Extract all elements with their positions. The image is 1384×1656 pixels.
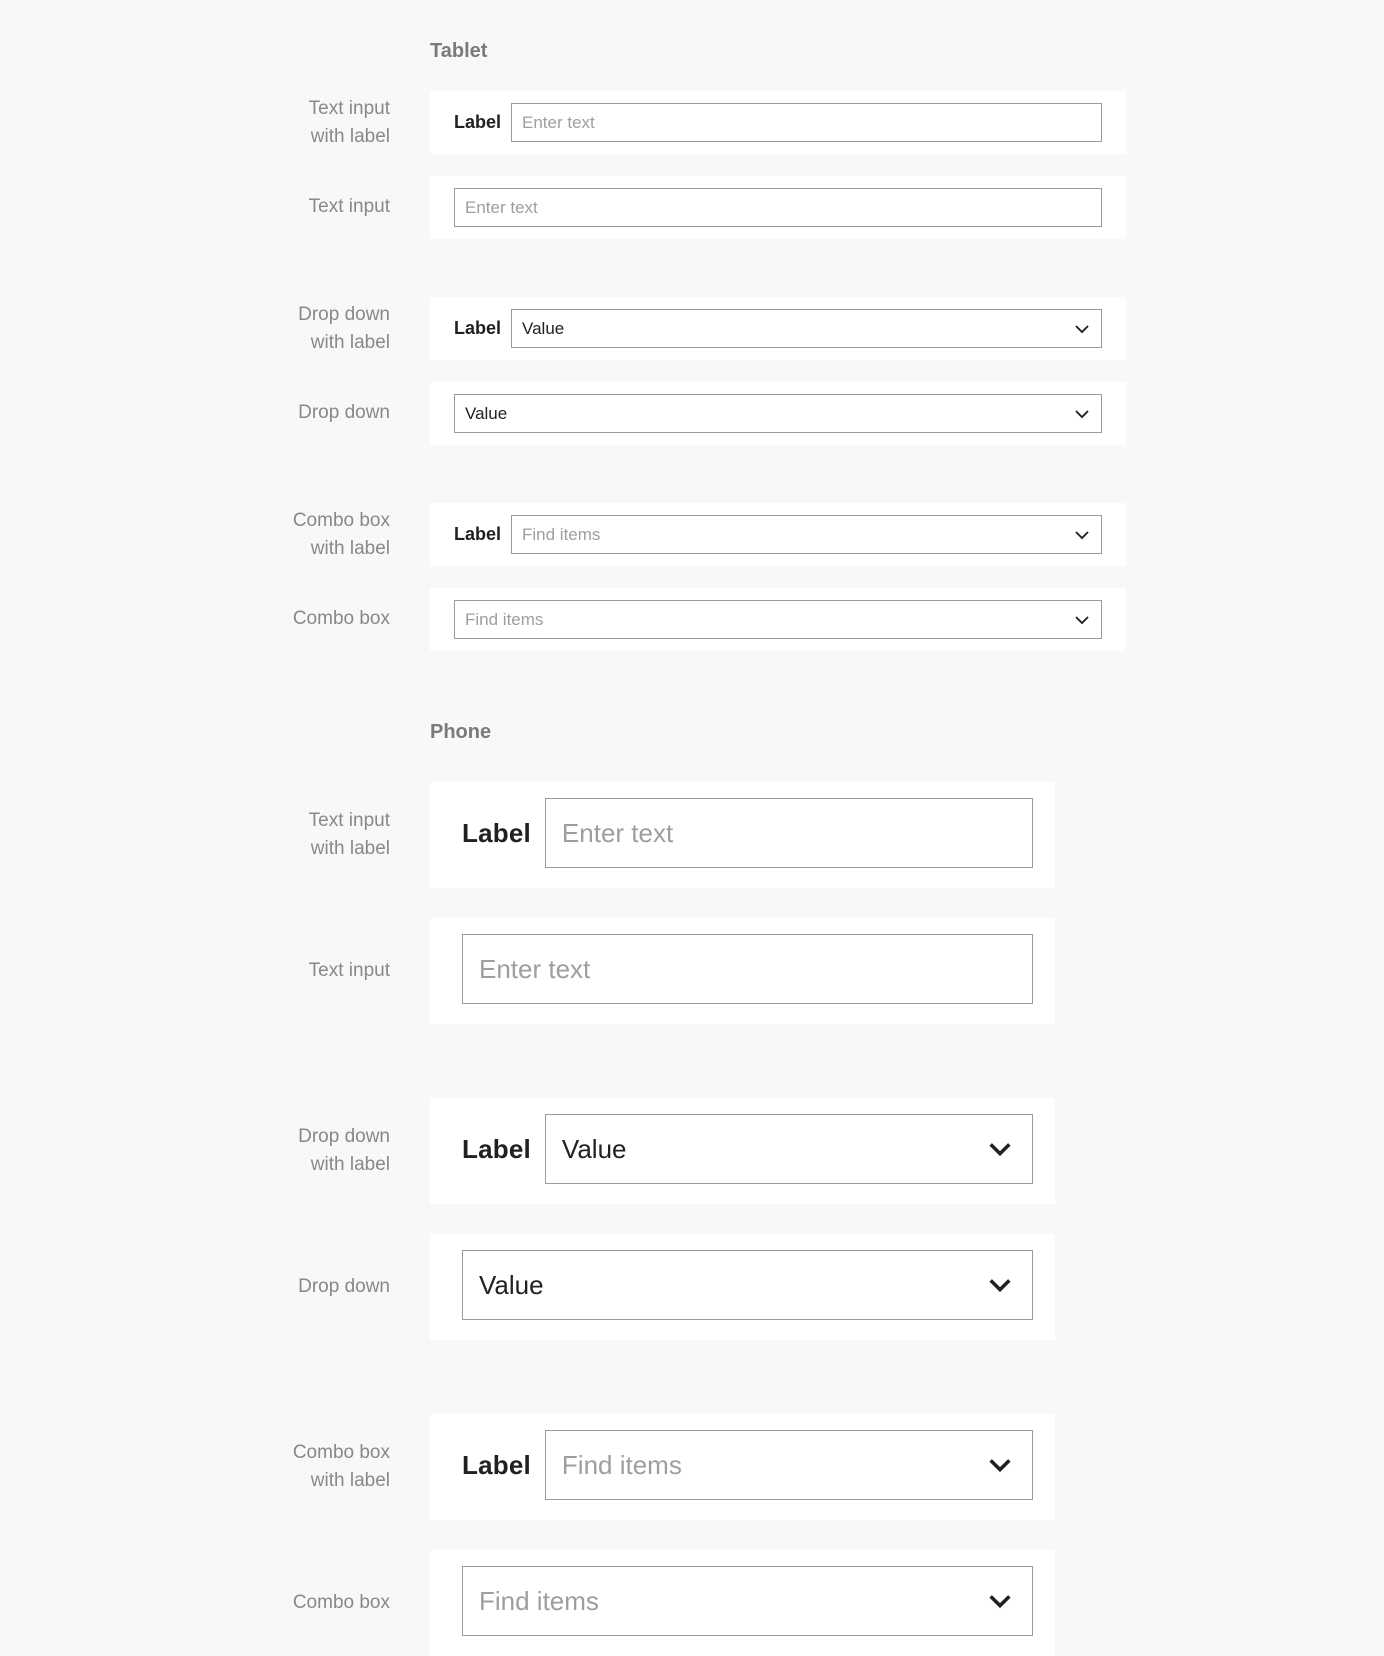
combobox[interactable]: Find items [462,1566,1033,1636]
combobox-placeholder: Find items [562,1450,682,1481]
caption-text-input-with-label: Text input with label [0,807,390,862]
panel-combobox-with-label-tablet: Label Find items [430,503,1126,566]
combobox[interactable]: Find items [545,1430,1033,1500]
caption-dropdown: Drop down [0,400,390,427]
caption-dropdown: Drop down [0,1274,390,1301]
caption-combobox-with-label: Combo box with label [0,1439,390,1494]
dropdown-label: Label [462,1134,531,1165]
panel-text-input-phone [430,918,1055,1024]
combobox-placeholder: Find items [465,610,543,630]
combobox[interactable]: Find items [511,515,1102,554]
caption-text-input: Text input [0,958,390,985]
combobox-placeholder: Find items [522,525,600,545]
dropdown-value: Value [522,319,564,339]
caption-combobox: Combo box [0,1590,390,1617]
text-input[interactable] [545,798,1033,868]
input-label: Label [454,112,501,133]
chevron-down-icon [1073,320,1091,338]
panel-combobox-with-label-phone: Label Find items [430,1414,1055,1520]
chevron-down-icon [986,1451,1014,1479]
panel-text-input-tablet [430,176,1126,239]
combobox[interactable]: Find items [454,600,1102,639]
caption-dropdown-with-label: Drop down with label [0,1123,390,1178]
panel-text-input-with-label-phone: Label [430,782,1055,888]
dropdown[interactable]: Value [462,1250,1033,1320]
caption-text-input-with-label: Text input with label [0,95,390,150]
dropdown-value: Value [562,1134,627,1165]
chevron-down-icon [986,1135,1014,1163]
dropdown-value: Value [479,1270,544,1301]
panel-dropdown-with-label-phone: Label Value [430,1098,1055,1204]
caption-text-input: Text input [0,194,390,221]
panel-text-input-with-label-tablet: Label [430,91,1126,154]
panel-dropdown-with-label-tablet: Label Value [430,297,1126,360]
section-header-tablet: Tablet [430,40,1384,63]
caption-combobox-with-label: Combo box with label [0,507,390,562]
dropdown-label: Label [454,318,501,339]
section-header-phone: Phone [430,721,1384,744]
chevron-down-icon [1073,611,1091,629]
panel-dropdown-tablet: Value [430,382,1126,445]
dropdown-value: Value [465,404,507,424]
chevron-down-icon [986,1271,1014,1299]
caption-dropdown-with-label: Drop down with label [0,301,390,356]
combobox-placeholder: Find items [479,1586,599,1617]
caption-combobox: Combo box [0,606,390,633]
text-input[interactable] [462,934,1033,1004]
dropdown[interactable]: Value [511,309,1102,348]
chevron-down-icon [986,1587,1014,1615]
dropdown[interactable]: Value [545,1114,1033,1184]
dropdown[interactable]: Value [454,394,1102,433]
text-input[interactable] [511,103,1102,142]
text-input[interactable] [454,188,1102,227]
combobox-label: Label [462,1450,531,1481]
chevron-down-icon [1073,526,1091,544]
panel-combobox-phone: Find items [430,1550,1055,1656]
panel-dropdown-phone: Value [430,1234,1055,1340]
panel-combobox-tablet: Find items [430,588,1126,651]
chevron-down-icon [1073,405,1091,423]
input-label: Label [462,818,531,849]
combobox-label: Label [454,524,501,545]
